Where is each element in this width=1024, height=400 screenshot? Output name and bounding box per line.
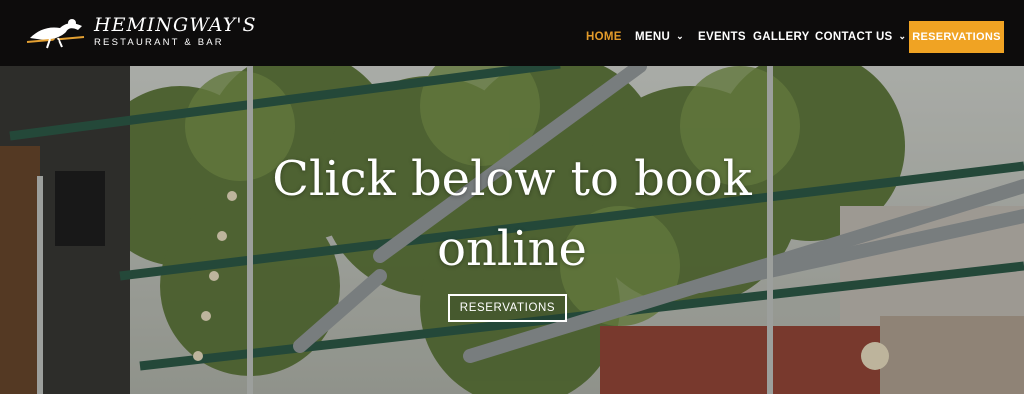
nav-events[interactable]: EVENTS — [698, 30, 746, 44]
nav-contact-us[interactable]: CONTACT US ⌄ — [815, 30, 906, 44]
brand-logo[interactable]: HEMINGWAY'S RESTAURANT & BAR — [22, 12, 256, 52]
hero-reservations-button[interactable]: RESERVATIONS — [448, 294, 567, 322]
nav-home-label: HOME — [586, 31, 622, 43]
hero-banner: Click below to book online RESERVATIONS — [0, 66, 1024, 394]
nav-events-label: EVENTS — [698, 31, 746, 43]
nav-contact-us-label: CONTACT US — [815, 31, 893, 43]
rider-logo-icon — [26, 19, 85, 49]
hero-title-line-1: Click below to book — [272, 151, 752, 207]
brand-subtitle: RESTAURANT & BAR — [94, 37, 224, 48]
chevron-down-icon: ⌄ — [898, 31, 907, 41]
header-reservations-button[interactable]: RESERVATIONS — [909, 21, 1004, 53]
site-header: HEMINGWAY'S RESTAURANT & BAR HOME MENU ⌄ … — [0, 0, 1024, 66]
nav-menu-label: MENU — [635, 31, 671, 43]
hero-title-line-2: online — [437, 221, 587, 277]
nav-gallery[interactable]: GALLERY — [753, 30, 810, 44]
chevron-down-icon: ⌄ — [676, 31, 684, 41]
page-bottom-strip — [0, 394, 1024, 400]
nav-gallery-label: GALLERY — [753, 31, 810, 43]
nav-home[interactable]: HOME — [586, 30, 622, 44]
nav-menu[interactable]: MENU ⌄ — [635, 30, 684, 44]
hero-title: Click below to book online — [212, 144, 812, 284]
brand-name: HEMINGWAY'S — [94, 14, 257, 36]
brand-text: HEMINGWAY'S RESTAURANT & BAR — [94, 14, 257, 49]
